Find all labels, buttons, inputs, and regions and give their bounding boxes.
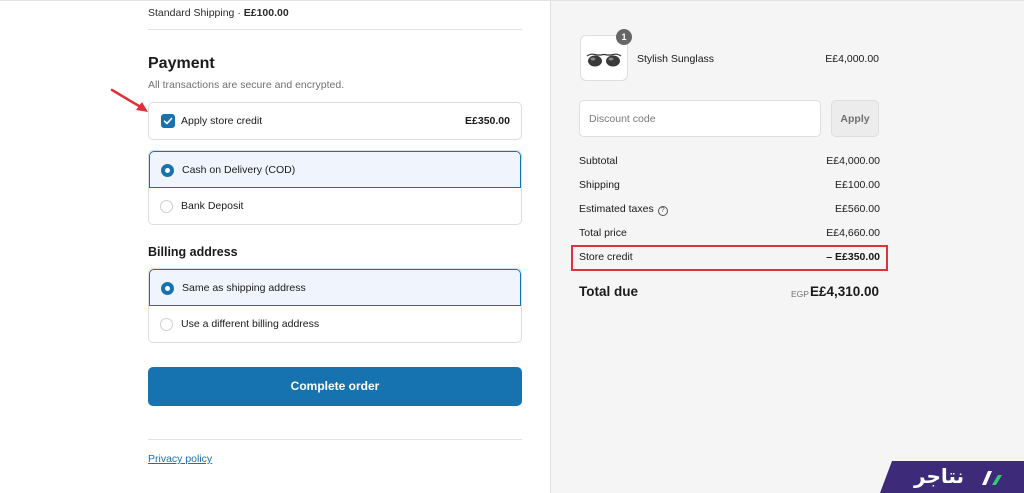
billing-radio-different[interactable] (160, 318, 173, 331)
total-currency-code: EGP (791, 289, 809, 299)
billing-option-label: Same as shipping address (182, 282, 306, 294)
summary-row-taxes: Estimated taxes? E£560.00 (579, 203, 880, 219)
order-summary-panel: 1 Stylish Sunglass E£4,000.00 Apply Subt… (550, 0, 1024, 493)
privacy-policy-link[interactable]: Privacy policy (148, 453, 212, 465)
billing-radio-same[interactable] (161, 282, 174, 295)
shipping-method-price: E£100.00 (243, 7, 289, 19)
payment-radio-bank-deposit[interactable] (160, 200, 173, 213)
summary-value: E£560.00 (835, 203, 880, 215)
annotation-arrow-icon (110, 88, 148, 112)
payment-subtitle: All transactions are secure and encrypte… (148, 79, 345, 91)
section-divider (148, 29, 522, 30)
product-price: E£4,000.00 (825, 53, 879, 65)
billing-option-label: Use a different billing address (181, 318, 320, 330)
question-icon[interactable]: ? (657, 206, 668, 216)
payment-option-bank-deposit[interactable]: Bank Deposit (149, 188, 521, 224)
store-credit-option[interactable]: Apply store credit E£350.00 (148, 102, 522, 140)
quantity-badge: 1 (616, 29, 632, 45)
summary-label-wrap: Estimated taxes? (579, 203, 668, 216)
brand-name: نتاجر (914, 464, 965, 488)
store-credit-label: Apply store credit (181, 115, 263, 127)
brand-logo-icon (982, 471, 1002, 485)
payment-radio-cod[interactable] (161, 164, 174, 177)
summary-value: – E£350.00 (826, 251, 880, 263)
summary-label: Store credit (579, 251, 633, 263)
store-credit-amount: E£350.00 (465, 115, 510, 127)
shipping-separator: · (237, 7, 241, 19)
summary-value: E£100.00 (835, 179, 880, 191)
billing-option-same[interactable]: Same as shipping address (149, 269, 521, 306)
summary-row-store-credit: Store credit – E£350.00 (579, 251, 880, 267)
billing-heading: Billing address (148, 245, 238, 259)
product-name: Stylish Sunglass (637, 53, 715, 65)
summary-label: Estimated taxes (579, 203, 654, 215)
brand-watermark: نتاجر (880, 461, 1024, 493)
summary-row-total-price: Total price E£4,660.00 (579, 227, 880, 243)
discount-code-input[interactable] (579, 100, 821, 137)
complete-order-button[interactable]: Complete order (148, 367, 522, 406)
summary-label: Shipping (579, 179, 620, 191)
summary-row-shipping: Shipping E£100.00 (579, 179, 880, 195)
apply-discount-button[interactable]: Apply (831, 100, 879, 137)
store-credit-checkbox[interactable] (161, 114, 175, 128)
payment-option-cod[interactable]: Cash on Delivery (COD) (149, 151, 521, 188)
payment-method-group: Cash on Delivery (COD) Bank Deposit (148, 150, 522, 225)
summary-row-subtotal: Subtotal E£4,000.00 (579, 155, 880, 171)
billing-address-group: Same as shipping address Use a different… (148, 268, 522, 343)
summary-label: Subtotal (579, 155, 618, 167)
billing-option-different[interactable]: Use a different billing address (149, 306, 521, 342)
payment-heading: Payment (148, 55, 215, 72)
summary-label: Total price (579, 227, 627, 239)
payment-option-label: Cash on Delivery (COD) (182, 164, 296, 176)
total-due-value: E£4,310.00 (809, 284, 879, 299)
selected-shipping-method: Standard Shipping · E£100.00 (148, 7, 289, 19)
payment-option-label: Bank Deposit (181, 200, 244, 212)
summary-value: E£4,000.00 (826, 155, 880, 167)
checkout-form-panel: Standard Shipping · E£100.00 Payment All… (0, 0, 550, 493)
summary-value: E£4,660.00 (826, 227, 880, 239)
total-due-label: Total due (579, 284, 638, 299)
checkmark-icon (163, 117, 173, 125)
shipping-method-name: Standard Shipping (148, 7, 235, 19)
footer-divider (148, 439, 522, 440)
